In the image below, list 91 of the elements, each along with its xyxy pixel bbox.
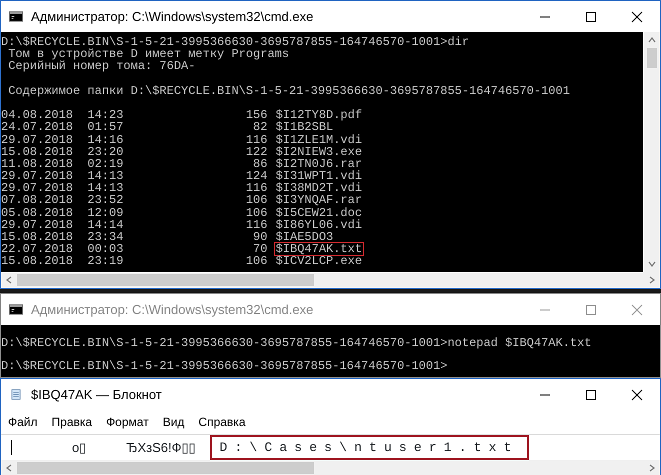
file-date: 15.08.2018 <box>1 146 74 158</box>
file-name: $I31WPT1.vdi <box>274 170 364 182</box>
file-date: 24.07.2018 <box>1 121 74 134</box>
maximize-icon <box>585 304 597 316</box>
file-date: 29.07.2018 <box>1 134 74 146</box>
menu-item[interactable]: Справка <box>191 412 252 432</box>
file-date: 15.08.2018 <box>1 231 74 244</box>
file-size: 86 <box>252 158 268 170</box>
file-time: 23:52 <box>87 194 124 207</box>
file-size: 124 <box>244 170 268 182</box>
file-name: $IBQ47AK.txt <box>274 243 364 256</box>
file-name: $I3YNQAF.rar <box>274 194 364 207</box>
file-size: 70 <box>253 243 268 256</box>
file-size: 116 <box>244 134 268 146</box>
vertical-scrollbar[interactable] <box>643 32 660 272</box>
file-size: 116 <box>244 218 268 231</box>
file-time: 14:16 <box>87 134 124 146</box>
menu-item[interactable]: Формат <box>99 412 156 432</box>
file-date: 05.08.2018 <box>1 206 74 219</box>
console-line: D:\$RECYCLE.BIN\S-1-5-21-3995366630-3695787855-164746570-1001> <box>1 360 448 372</box>
file-size: 106 <box>244 255 268 268</box>
file-size: 106 <box>244 194 268 207</box>
maximize-icon <box>585 388 597 400</box>
notepad-icon <box>9 389 23 400</box>
text-cursor <box>11 440 12 455</box>
file-time: 00:03 <box>87 243 124 256</box>
console-line: D:\$RECYCLE.BIN\S-1-5-21-3995366630-3695787855-164746570-1001>dir <box>1 36 470 48</box>
console-line: Серийный номер тома: 76DA- <box>7 60 196 73</box>
document-text: o▯ <box>72 438 86 457</box>
file-date: 29.07.2018 <box>1 182 74 194</box>
scroll-thumb[interactable] <box>17 462 314 474</box>
scroll-left-icon[interactable] <box>5 464 13 472</box>
file-time: 23:34 <box>87 231 124 244</box>
document-text: ЂXзS6!Ф▯▯ <box>126 438 196 457</box>
file-date: 22.07.2018 <box>1 243 74 256</box>
close-icon <box>631 388 643 400</box>
scroll-thumb[interactable] <box>646 48 656 68</box>
window-title: Администратор: C:\Windows\system32\cmd.exe <box>31 8 314 26</box>
file-date: 07.08.2018 <box>1 194 74 207</box>
file-size: 82 <box>252 121 268 134</box>
file-time: 23:19 <box>87 255 124 268</box>
console-line: Содержимое папки D:\$RECYCLE.BIN\S-1-5-21-3995366630-3695787855-164746570-1001 <box>7 84 571 97</box>
scroll-right-icon[interactable] <box>648 276 656 284</box>
file-name: $I86YL06.vdi <box>274 218 364 231</box>
file-size: 156 <box>244 109 268 122</box>
scroll-right-icon[interactable] <box>648 464 656 472</box>
file-time: 12:09 <box>87 206 124 219</box>
file-time: 02:19 <box>87 158 124 170</box>
menu-item[interactable]: Вид <box>156 412 192 432</box>
menu-item[interactable]: Файл <box>1 412 45 432</box>
file-name: $I2NIEW3.exe <box>274 146 364 158</box>
file-size: 106 <box>244 206 268 219</box>
window-title: $IBQ47AK — Блокнот <box>31 386 162 404</box>
close-icon <box>631 304 643 316</box>
file-date: 29.07.2018 <box>1 218 74 231</box>
file-time: 14:13 <box>87 182 124 194</box>
file-name: $ICV2LCP.exe <box>274 255 364 268</box>
file-name: $I5CEW21.doc <box>274 206 364 219</box>
file-name: $IAE5DO3 <box>274 231 334 244</box>
file-name: $I1ZLE1M.vdi <box>274 134 364 146</box>
file-name: $I12TY8D.pdf <box>274 109 364 122</box>
file-date: 29.07.2018 <box>1 170 74 182</box>
file-time: 14:13 <box>87 170 124 182</box>
menu-item[interactable]: Правка <box>44 412 100 432</box>
console-line: Том в устройстве D имеет метку Programs <box>7 48 290 60</box>
close-icon <box>631 10 643 22</box>
file-date: 04.08.2018 <box>1 109 74 122</box>
file-name: $I1B2SBL <box>274 121 334 134</box>
horizontal-scrollbar[interactable] <box>1 272 660 288</box>
file-date: 15.08.2018 <box>1 255 74 268</box>
horizontal-scrollbar[interactable] <box>1 460 660 475</box>
scroll-up-icon[interactable] <box>648 36 656 44</box>
window-title: Администратор: C:\Windows\system32\cmd.exe <box>31 300 314 319</box>
file-time: 01:57 <box>87 121 124 134</box>
console-line: D:\$RECYCLE.BIN\S-1-5-21-3995366630-3695787855-164746570-1001>notepad $IBQ47AK.txt <box>1 338 592 349</box>
file-size: 90 <box>252 231 268 244</box>
scroll-left-icon[interactable] <box>5 276 13 284</box>
maximize-icon <box>585 10 597 22</box>
console-icon <box>9 11 23 22</box>
file-time: 23:20 <box>87 146 124 158</box>
scroll-down-icon[interactable] <box>648 260 656 268</box>
file-time: 14:14 <box>87 218 124 231</box>
console-icon <box>9 304 23 315</box>
file-date: 11.08.2018 <box>1 158 74 170</box>
document-text: D:\Cases\ntuser1.txt <box>210 434 529 460</box>
file-size: 122 <box>244 146 268 158</box>
scroll-thumb[interactable] <box>17 274 314 286</box>
file-size: 116 <box>244 182 268 194</box>
file-name: $I2TN0J6.rar <box>274 158 364 170</box>
file-name: $I38MD2T.vdi <box>274 182 364 194</box>
file-time: 14:23 <box>87 109 124 122</box>
